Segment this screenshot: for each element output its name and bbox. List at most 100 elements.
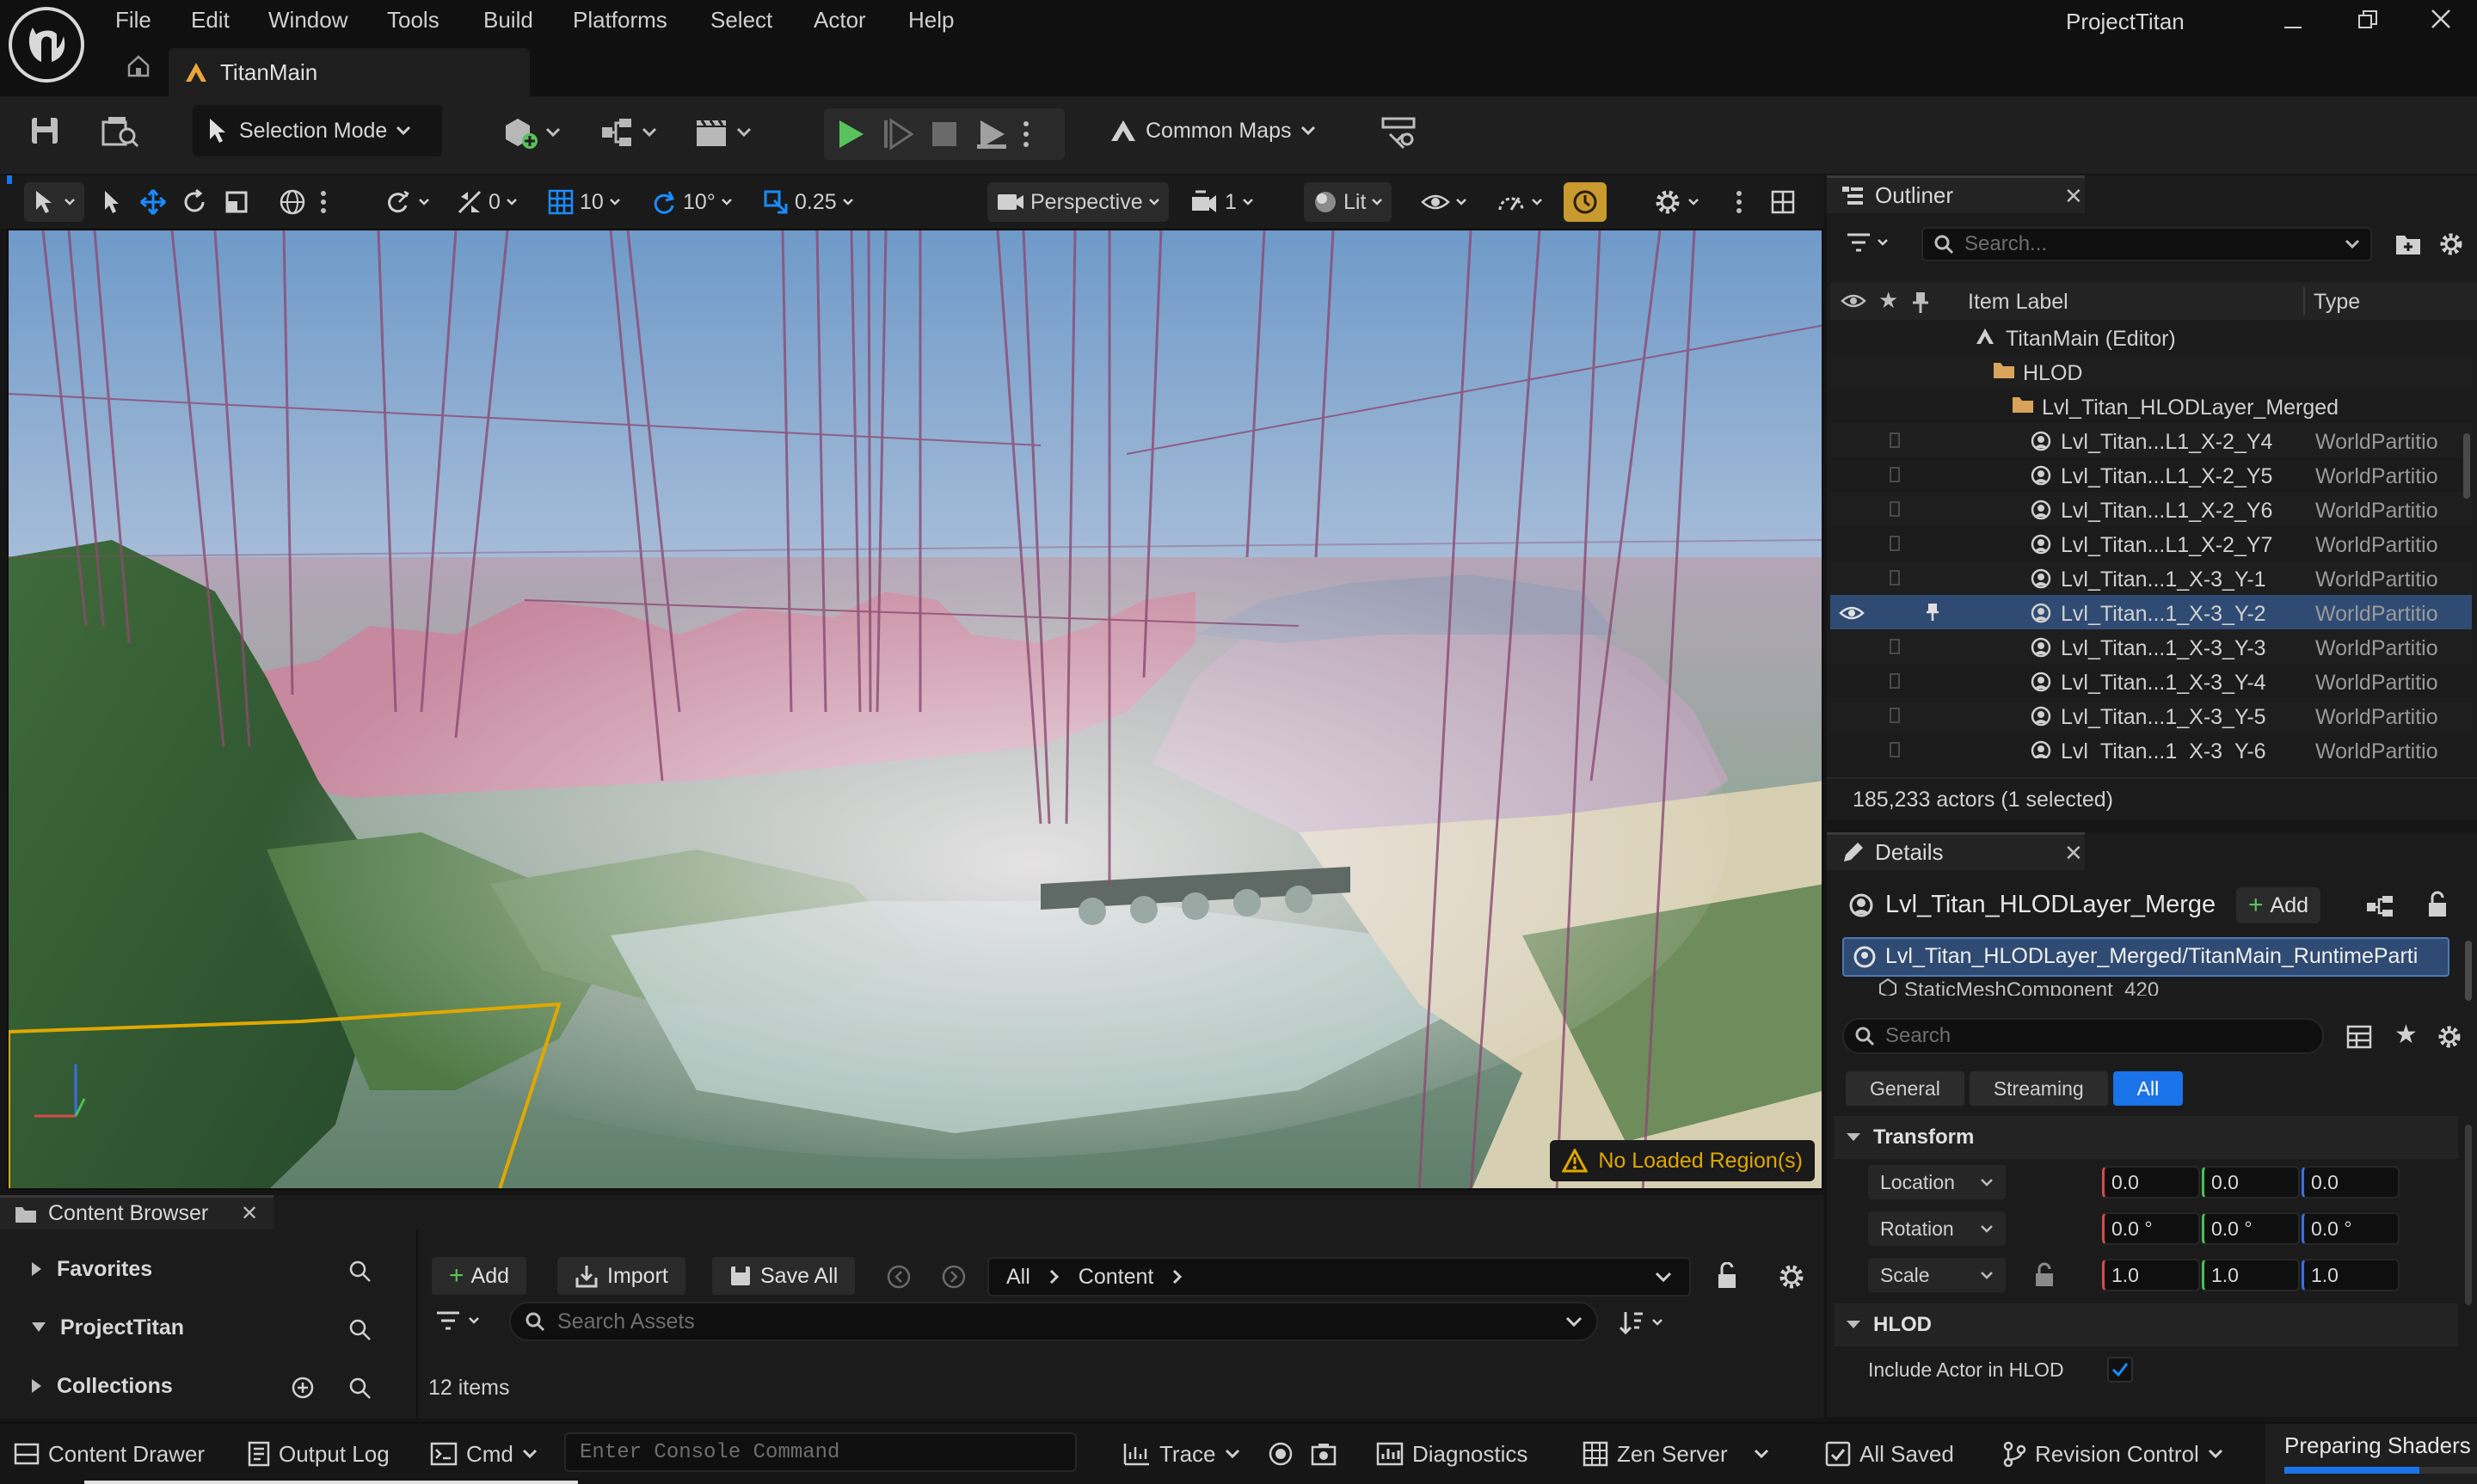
details-settings-icon[interactable]	[2436, 1023, 2463, 1051]
trace-dropdown[interactable]: Trace	[1123, 1434, 1240, 1474]
menu-platforms[interactable]: Platforms	[573, 7, 667, 34]
menu-select[interactable]: Select	[710, 7, 772, 34]
angle-snap-dropdown[interactable]: 10°	[650, 182, 733, 222]
cb-lock-icon[interactable]	[1715, 1262, 1739, 1290]
play-button[interactable]	[833, 117, 867, 151]
include-actor-hlod-checkbox[interactable]	[2107, 1357, 2133, 1383]
close-outliner-icon[interactable]: ✕	[2064, 183, 2083, 210]
level-viewport[interactable]: No Loaded Region(s)	[7, 229, 1823, 1190]
close-details-icon[interactable]: ✕	[2064, 840, 2083, 867]
menu-build[interactable]: Build	[483, 7, 533, 34]
source-section-projecttitan[interactable]: ProjectTitan	[0, 1298, 404, 1357]
outliner-row[interactable]: Lvl_Titan_HLODLayer_Merged	[1830, 389, 2472, 423]
history-back-icon[interactable]	[886, 1264, 912, 1290]
view-mode-dropdown[interactable]: Lit	[1304, 182, 1392, 222]
rotation-z-field[interactable]: 0.0 °	[2302, 1212, 2400, 1245]
scale-z-field[interactable]: 1.0	[2302, 1259, 2400, 1291]
details-search-input[interactable]: Search	[1842, 1018, 2324, 1054]
rotation-x-field[interactable]: 0.0 °	[2102, 1212, 2200, 1245]
outliner-filter-dropdown[interactable]	[1846, 232, 1889, 253]
hlod-section-header[interactable]: HLOD	[1834, 1303, 2458, 1346]
outliner-row[interactable]: Lvl_Titan...L1_X-2_Y4 WorldPartitio	[1830, 423, 2472, 457]
zen-server-dropdown[interactable]: Zen Server	[1583, 1434, 1769, 1474]
add-folder-icon[interactable]	[2394, 232, 2422, 256]
details-tab[interactable]: Details ✕	[1827, 832, 2085, 870]
document-tab[interactable]: TitanMain	[169, 48, 530, 96]
rotate-tool-button[interactable]	[181, 182, 208, 222]
chevron-down-icon[interactable]	[1655, 1272, 1672, 1282]
component-child-row[interactable]: StaticMeshComponent_420	[1878, 978, 2159, 996]
scale-tool-button[interactable]	[224, 182, 249, 222]
blueprints-button[interactable]	[599, 115, 657, 150]
outliner-row[interactable]: Lvl_Titan...1_X-3_Y-6 WorldPartitio	[1830, 733, 2472, 758]
pin-icon[interactable]	[1889, 638, 1901, 655]
pin-icon[interactable]	[1889, 569, 1901, 586]
record-trace-button[interactable]	[1268, 1434, 1294, 1474]
scale-lock-icon[interactable]	[2033, 1262, 2056, 1288]
item-label-column-header[interactable]: Item Label	[1968, 290, 2068, 315]
common-maps-dropdown[interactable]: Common Maps	[1096, 105, 1345, 156]
selection-mode-dropdown[interactable]: Selection Mode	[193, 105, 442, 156]
grid-snap-dropdown[interactable]: 10	[547, 182, 621, 222]
location-mode-dropdown[interactable]: Location	[1868, 1165, 2006, 1199]
more-transform-options-button[interactable]	[320, 182, 327, 222]
details-scrollbar[interactable]	[2465, 1125, 2472, 1305]
components-scrollbar[interactable]	[2465, 941, 2472, 1001]
transform-options-dropdown[interactable]	[24, 182, 84, 222]
restore-icon[interactable]	[2357, 9, 2379, 31]
cb-add-button[interactable]: + Add	[432, 1257, 527, 1295]
screenshot-trace-button[interactable]	[1311, 1434, 1337, 1474]
scale-y-field[interactable]: 1.0	[2202, 1259, 2300, 1291]
revision-control-dropdown[interactable]: Revision Control	[2002, 1434, 2223, 1474]
content-browser-tab[interactable]: Content Browser ✕	[0, 1195, 274, 1230]
cb-search-input[interactable]: Search Assets	[509, 1302, 1598, 1341]
pin-icon[interactable]	[1889, 672, 1901, 690]
camera-speed-dropdown[interactable]: 1	[1190, 182, 1254, 222]
platforms-settings-icon[interactable]	[1380, 113, 1417, 151]
cb-filter-dropdown[interactable]	[435, 1310, 480, 1331]
cinematics-button[interactable]	[693, 115, 752, 150]
perspective-dropdown[interactable]: Perspective	[987, 182, 1169, 222]
menu-file[interactable]: File	[115, 7, 151, 34]
search-icon[interactable]	[347, 1259, 372, 1283]
pin-icon[interactable]	[1889, 432, 1901, 449]
scale-mode-dropdown[interactable]: Scale	[1868, 1258, 2006, 1292]
cb-import-button[interactable]: Import	[557, 1257, 685, 1295]
outliner-row[interactable]: Lvl_Titan...1_X-3_Y-2 WorldPartitio	[1830, 595, 2472, 629]
blueprint-convert-icon[interactable]	[2365, 894, 2394, 918]
rotate-snap-dropdown[interactable]: 0	[456, 182, 518, 222]
filter-streaming-tab[interactable]: Streaming	[1969, 1071, 2108, 1106]
cmd-dropdown[interactable]: Cmd	[430, 1434, 538, 1474]
viewport-settings-dropdown[interactable]	[1653, 182, 1699, 222]
pin-icon[interactable]	[1889, 466, 1901, 483]
outliner-scrollbar[interactable]	[2463, 433, 2470, 499]
history-forward-icon[interactable]	[941, 1264, 967, 1290]
translate-tool-button[interactable]	[139, 182, 167, 222]
add-collection-icon[interactable]	[291, 1376, 315, 1400]
property-matrix-icon[interactable]	[2346, 1025, 2372, 1049]
outliner-row[interactable]: Lvl_Titan...1_X-3_Y-1 WorldPartitio	[1830, 561, 2472, 595]
source-section-collections[interactable]: Collections	[0, 1357, 404, 1415]
favorites-star-icon[interactable]: ★	[2394, 1020, 2418, 1050]
outliner-settings-icon[interactable]	[2437, 230, 2465, 258]
content-drawer-button[interactable]: Content Drawer	[14, 1434, 205, 1474]
search-icon[interactable]	[347, 1317, 372, 1341]
lock-icon[interactable]	[2425, 891, 2449, 918]
breadcrumb-content[interactable]: Content	[1079, 1265, 1154, 1290]
pin-icon[interactable]	[1889, 741, 1901, 758]
cb-settings-icon[interactable]	[1777, 1262, 1806, 1291]
source-section-favorites[interactable]: Favorites	[0, 1240, 404, 1298]
close-window-icon[interactable]	[2429, 7, 2453, 31]
outliner-row[interactable]: Lvl_Titan...L1_X-2_Y5 WorldPartitio	[1830, 457, 2472, 492]
play-options-button[interactable]	[1022, 119, 1030, 150]
component-root-row[interactable]: Lvl_Titan_HLODLayer_Merged/TitanMain_Run…	[1842, 937, 2449, 977]
type-column-header[interactable]: Type	[2314, 290, 2360, 315]
scale-x-field[interactable]: 1.0	[2102, 1259, 2200, 1291]
menu-edit[interactable]: Edit	[191, 7, 230, 34]
browse-icon[interactable]	[101, 115, 139, 148]
select-tool-button[interactable]	[100, 182, 124, 222]
menu-help[interactable]: Help	[908, 7, 954, 34]
outliner-row[interactable]: Lvl_Titan...1_X-3_Y-3 WorldPartitio	[1830, 629, 2472, 664]
pin-icon[interactable]	[1925, 602, 1940, 622]
show-flags-dropdown[interactable]	[1421, 182, 1467, 222]
